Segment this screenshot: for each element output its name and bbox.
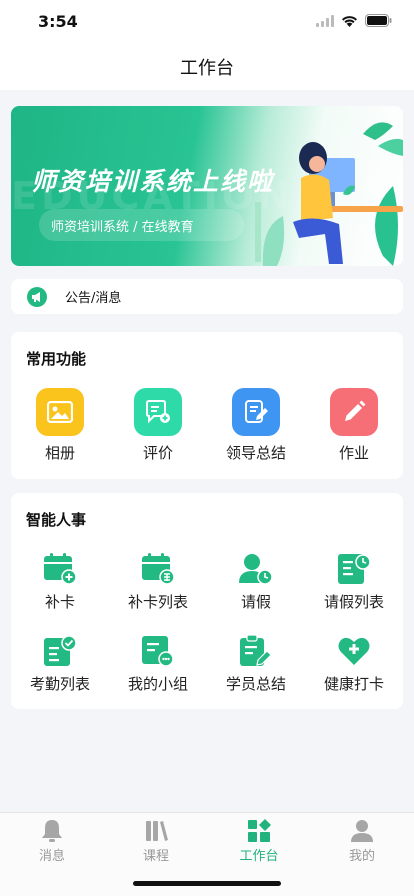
battery-icon (365, 14, 392, 27)
leave-list-button[interactable]: 请假列表 (305, 551, 403, 612)
common-functions-card: 常用功能 相册 评价 领导总结 作业 (11, 332, 403, 479)
album-icon (36, 388, 84, 436)
tab-messages-label: 消息 (38, 849, 65, 864)
tab-profile[interactable]: 我的 (310, 819, 414, 864)
tab-workbench-label: 工作台 (239, 849, 279, 864)
wifi-icon (342, 15, 357, 27)
tab-workbench[interactable]: 工作台 (207, 819, 311, 864)
card-patch-label: 补卡 (44, 593, 75, 611)
leader-summary-label: 领导总结 (225, 444, 286, 462)
tab-courses-label: 课程 (142, 849, 169, 864)
clipboard-edit-icon (238, 633, 274, 669)
card-patch-button[interactable]: 补卡 (11, 551, 109, 612)
homework-button[interactable]: 作业 (305, 388, 403, 463)
status-bar: 3:54 (0, 0, 414, 44)
evaluate-icon (134, 388, 182, 436)
status-icons (316, 14, 392, 27)
doc-clock-icon (336, 551, 372, 587)
banner[interactable]: EDUCATION 师资培训系统上线啦 师资培训系统 / 在线教育 (11, 106, 403, 266)
album-label: 相册 (44, 444, 75, 462)
my-group-button[interactable]: 我的小组 (109, 633, 207, 694)
evaluate-button[interactable]: 评价 (109, 388, 207, 463)
tab-profile-label: 我的 (348, 849, 375, 864)
nav-bar: 工作台 (0, 44, 414, 90)
calendar-add-icon (42, 551, 78, 587)
student-summary-label: 学员总结 (225, 675, 286, 693)
notice-label: 公告/消息 (65, 291, 122, 306)
banner-title: 师资培训系统上线啦 (31, 167, 275, 196)
smart-hr-title: 智能人事 (26, 511, 87, 529)
pencil-icon (330, 388, 378, 436)
health-checkin-button[interactable]: 健康打卡 (305, 633, 403, 694)
leave-label: 请假 (240, 593, 271, 611)
leave-list-label: 请假列表 (323, 593, 384, 611)
health-checkin-label: 健康打卡 (323, 675, 384, 693)
homework-label: 作业 (338, 444, 369, 462)
summary-icon (232, 388, 280, 436)
notice-bar[interactable]: 公告/消息 (11, 279, 403, 314)
doc-check-icon (42, 633, 78, 669)
user-icon (351, 820, 373, 842)
attendance-list-label: 考勤列表 (29, 675, 90, 693)
calendar-list-icon (140, 551, 176, 587)
group-chat-icon (140, 633, 176, 669)
tab-courses[interactable]: 课程 (104, 819, 208, 864)
status-time: 3:54 (38, 12, 78, 31)
tab-messages[interactable]: 消息 (0, 819, 104, 864)
home-indicator (133, 881, 281, 886)
heart-plus-icon (336, 633, 372, 669)
card-patch-list-label: 补卡列表 (127, 593, 188, 611)
person-clock-icon (238, 551, 274, 587)
card-patch-list-button[interactable]: 补卡列表 (109, 551, 207, 612)
workbench-icon (248, 819, 271, 842)
page-title: 工作台 (180, 58, 234, 79)
megaphone-icon (27, 286, 47, 307)
bell-icon (42, 820, 62, 842)
smart-hr-card: 智能人事 补卡 补卡列表 请假 请假列表 考勤列表 我的小组 学员总结 健康打卡 (11, 493, 403, 709)
banner-illustration-icon (255, 122, 403, 266)
student-summary-button[interactable]: 学员总结 (207, 633, 305, 694)
common-functions-title: 常用功能 (26, 350, 87, 368)
evaluate-label: 评价 (142, 444, 173, 462)
attendance-list-button[interactable]: 考勤列表 (11, 633, 109, 694)
books-icon (146, 821, 168, 841)
leader-summary-button[interactable]: 领导总结 (207, 388, 305, 463)
signal-icon (316, 14, 334, 27)
banner-subtitle: 师资培训系统 / 在线教育 (39, 209, 244, 241)
leave-button[interactable]: 请假 (207, 551, 305, 612)
my-group-label: 我的小组 (127, 675, 188, 693)
album-button[interactable]: 相册 (11, 388, 109, 463)
